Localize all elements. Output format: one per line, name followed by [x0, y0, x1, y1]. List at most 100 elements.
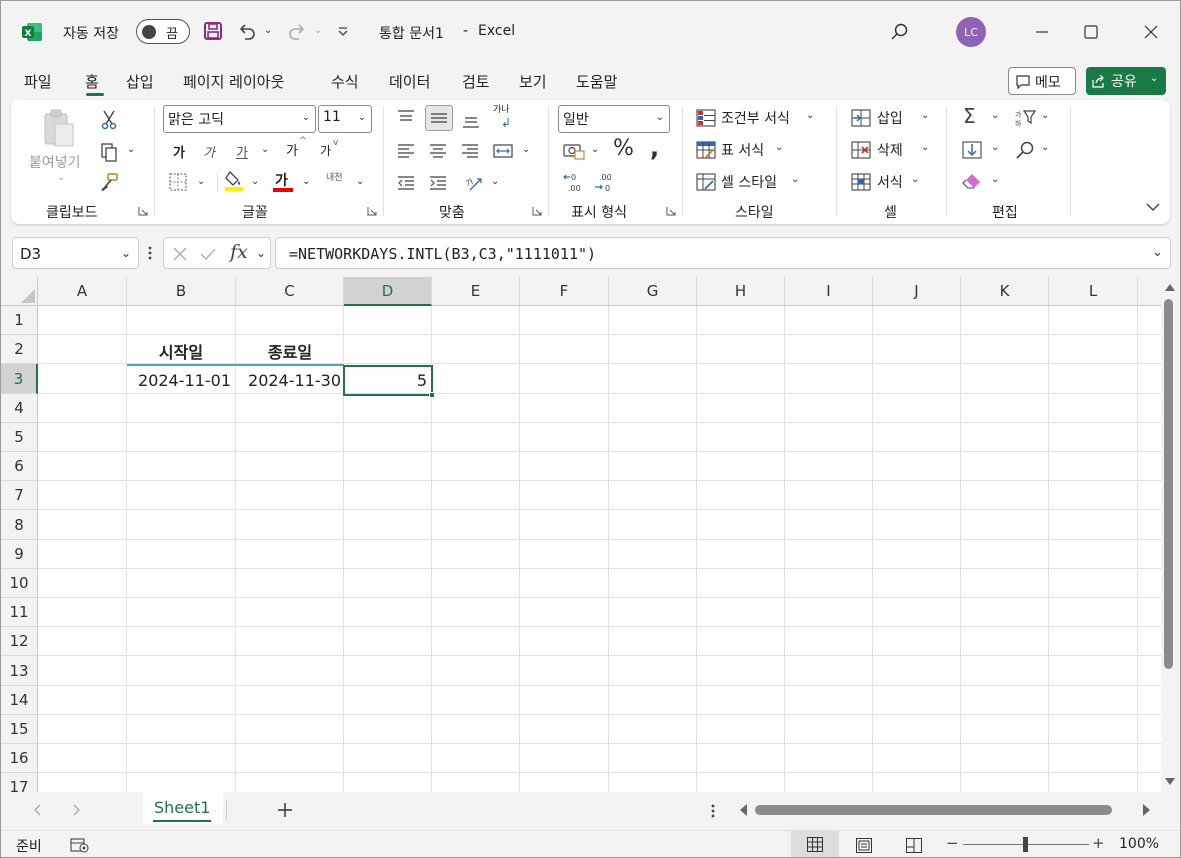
- tab-page-layout[interactable]: 페이지 레이아웃: [183, 71, 284, 92]
- function-dropdown-icon[interactable]: ⌄: [256, 246, 266, 260]
- cell-C2[interactable]: 종료일: [236, 336, 344, 365]
- enter-icon[interactable]: [198, 244, 218, 264]
- page-break-view-icon[interactable]: [903, 836, 925, 854]
- paste-label[interactable]: 붙여넣기: [29, 152, 81, 172]
- column-header-A[interactable]: A: [38, 277, 127, 306]
- row-header-5[interactable]: 5: [1, 423, 38, 452]
- worksheet-grid[interactable]: ABCDEFGHIJKL 1 2 3 4 5 6 7 8 9 10 11 12 13 14 15 16 17 시…: [1, 277, 1161, 792]
- clipboard-launcher-icon[interactable]: [137, 205, 149, 217]
- format-dropdown-icon[interactable]: ⌄: [911, 174, 919, 185]
- cell-B2[interactable]: 시작일: [127, 336, 235, 365]
- zoom-out-icon[interactable]: −: [946, 834, 959, 852]
- fill-color-icon[interactable]: [223, 170, 245, 192]
- number-launcher-icon[interactable]: [665, 205, 677, 217]
- save-icon[interactable]: [201, 19, 225, 43]
- row-header-4[interactable]: 4: [1, 394, 38, 423]
- find-select-icon[interactable]: [1014, 140, 1036, 160]
- align-middle-icon[interactable]: [425, 105, 453, 131]
- tab-home[interactable]: 홈: [85, 71, 99, 92]
- cell-styles-dropdown-icon[interactable]: ⌄: [791, 174, 799, 185]
- scroll-left-icon[interactable]: [739, 804, 747, 816]
- undo-dropdown-icon[interactable]: ⌄: [264, 25, 272, 36]
- merge-center-icon[interactable]: [491, 140, 515, 162]
- formula-input[interactable]: =NETWORKDAYS.INTL(B3,C3,"1111011") ⌄: [275, 237, 1171, 269]
- row-header-9[interactable]: 9: [1, 540, 38, 569]
- prev-sheet-icon[interactable]: [29, 802, 45, 818]
- row-header-8[interactable]: 8: [1, 510, 38, 540]
- search-icon[interactable]: [887, 19, 913, 45]
- borders-dropdown-icon[interactable]: ⌄: [197, 176, 205, 187]
- row-header-16[interactable]: 16: [1, 744, 38, 773]
- conditional-formatting-icon[interactable]: [695, 108, 717, 128]
- close-icon[interactable]: [1138, 19, 1164, 45]
- select-all-corner[interactable]: [1, 277, 38, 306]
- borders-icon[interactable]: [168, 172, 188, 192]
- redo-icon[interactable]: [285, 19, 309, 43]
- add-sheet-icon[interactable]: [275, 800, 295, 820]
- cut-icon[interactable]: [97, 108, 121, 132]
- row-header-10[interactable]: 10: [1, 569, 38, 598]
- decrease-decimal-icon[interactable]: .00 0: [592, 170, 616, 194]
- tab-formulas[interactable]: 수식: [331, 71, 359, 92]
- accounting-format-icon[interactable]: [562, 140, 586, 162]
- row-header-15[interactable]: 15: [1, 715, 38, 744]
- column-header-G[interactable]: G: [609, 277, 697, 306]
- sheet-tab[interactable]: Sheet1: [143, 792, 223, 824]
- table-dropdown-icon[interactable]: ⌄: [775, 142, 783, 153]
- font-color-dropdown-icon[interactable]: ⌄: [302, 176, 310, 187]
- vertical-scroll-thumb[interactable]: [1164, 299, 1173, 669]
- memo-button[interactable]: 메모: [1008, 67, 1076, 95]
- orientation-dropdown-icon[interactable]: ⌄: [491, 176, 499, 187]
- tab-file[interactable]: 파일: [24, 71, 52, 92]
- zoom-level[interactable]: 100%: [1119, 836, 1159, 852]
- accessibility-icon[interactable]: [69, 835, 91, 855]
- align-top-icon[interactable]: [395, 106, 417, 128]
- cell-C3[interactable]: 2024-11-30: [236, 366, 344, 395]
- column-header-E[interactable]: E: [432, 277, 520, 306]
- format-cells-icon[interactable]: [850, 172, 872, 192]
- tab-insert[interactable]: 삽입: [126, 71, 154, 92]
- tab-review[interactable]: 검토: [462, 71, 490, 92]
- row-header-6[interactable]: 6: [1, 452, 38, 481]
- increase-indent-icon[interactable]: [427, 172, 449, 194]
- row-header-3[interactable]: 3: [1, 364, 38, 394]
- collapse-ribbon-icon[interactable]: [1143, 198, 1163, 216]
- insert-dropdown-icon[interactable]: ⌄: [921, 110, 929, 121]
- clear-dropdown-icon[interactable]: ⌄: [991, 174, 999, 185]
- autosave-toggle[interactable]: 끔: [136, 19, 190, 44]
- paste-dropdown-icon[interactable]: ⌄: [57, 172, 65, 183]
- column-header-C[interactable]: C: [236, 277, 344, 306]
- tab-split-options-icon[interactable]: [707, 801, 719, 821]
- column-header-H[interactable]: H: [697, 277, 785, 306]
- tab-view[interactable]: 보기: [519, 71, 547, 92]
- autosum-icon[interactable]: Σ: [963, 104, 976, 128]
- sort-filter-dropdown-icon[interactable]: ⌄: [1041, 110, 1049, 121]
- column-header-B[interactable]: B: [127, 277, 236, 306]
- row-header-7[interactable]: 7: [1, 481, 38, 510]
- decrease-indent-icon[interactable]: [395, 172, 417, 194]
- customize-toolbar-icon[interactable]: [334, 21, 352, 41]
- clear-icon[interactable]: [961, 172, 983, 192]
- phonetic-button[interactable]: 내천: [326, 170, 343, 183]
- column-header-D[interactable]: D: [344, 277, 432, 306]
- cell-B3[interactable]: 2024-11-01: [127, 366, 235, 395]
- row-header-11[interactable]: 11: [1, 598, 38, 627]
- autosum-dropdown-icon[interactable]: ⌄: [991, 110, 999, 121]
- column-header-I[interactable]: I: [785, 277, 873, 306]
- horizontal-scroll-thumb[interactable]: [755, 805, 1112, 815]
- sort-filter-icon[interactable]: 가하: [1013, 108, 1037, 128]
- row-header-12[interactable]: 12: [1, 627, 38, 656]
- insert-function-icon[interactable]: fx: [230, 241, 248, 263]
- row-header-13[interactable]: 13: [1, 656, 38, 686]
- column-header-L[interactable]: L: [1049, 277, 1138, 306]
- copy-dropdown-icon[interactable]: ⌄: [127, 144, 135, 155]
- fill-dropdown-icon[interactable]: ⌄: [991, 142, 999, 153]
- row-header-17[interactable]: 17: [1, 773, 38, 792]
- format-painter-icon[interactable]: [97, 170, 121, 194]
- align-bottom-icon[interactable]: [460, 110, 482, 132]
- copy-icon[interactable]: [97, 140, 121, 164]
- page-layout-view-icon[interactable]: [853, 836, 875, 854]
- phonetic-dropdown-icon[interactable]: ⌄: [356, 176, 364, 187]
- fill-handle[interactable]: [429, 392, 435, 398]
- italic-button[interactable]: 가: [203, 142, 215, 161]
